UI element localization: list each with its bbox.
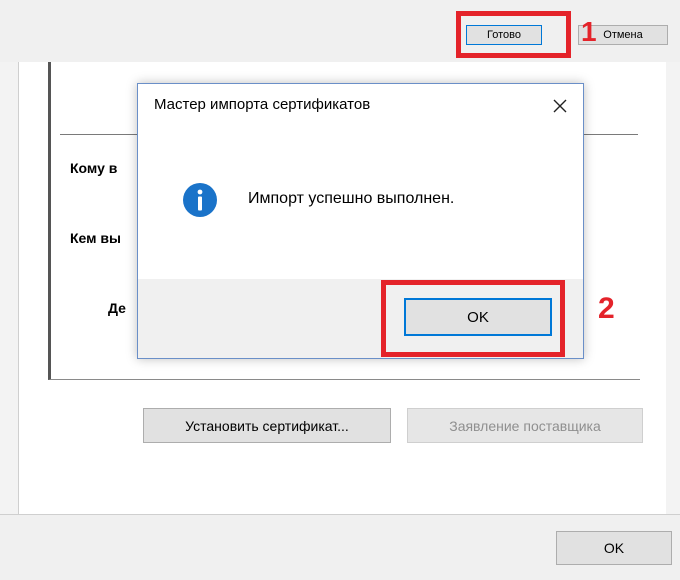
annotation-step-2: 2 [598,292,615,325]
right-window-edge [666,62,680,579]
issuer-statement-button: Заявление поставщика [407,408,643,443]
close-icon[interactable] [543,89,577,123]
dialog-message: Импорт успешно выполнен. [248,190,455,207]
left-divider [18,62,19,514]
annotation-highlight-ok [381,280,565,357]
info-icon [182,182,218,218]
annotation-step-1: 1 [581,16,597,47]
dialog-title: Мастер импорта сертификатов [154,96,371,113]
issued-by-label: Кем вы [70,230,121,246]
valid-label: Де [108,300,126,316]
window-ok-button[interactable]: OK [556,531,672,565]
wizard-header-strip: Готово Отмена [0,0,680,62]
install-certificate-button[interactable]: Установить сертификат... [143,408,391,443]
annotation-highlight-done [456,11,571,58]
left-window-edge [0,62,18,579]
issued-to-label: Кому в [70,160,118,176]
